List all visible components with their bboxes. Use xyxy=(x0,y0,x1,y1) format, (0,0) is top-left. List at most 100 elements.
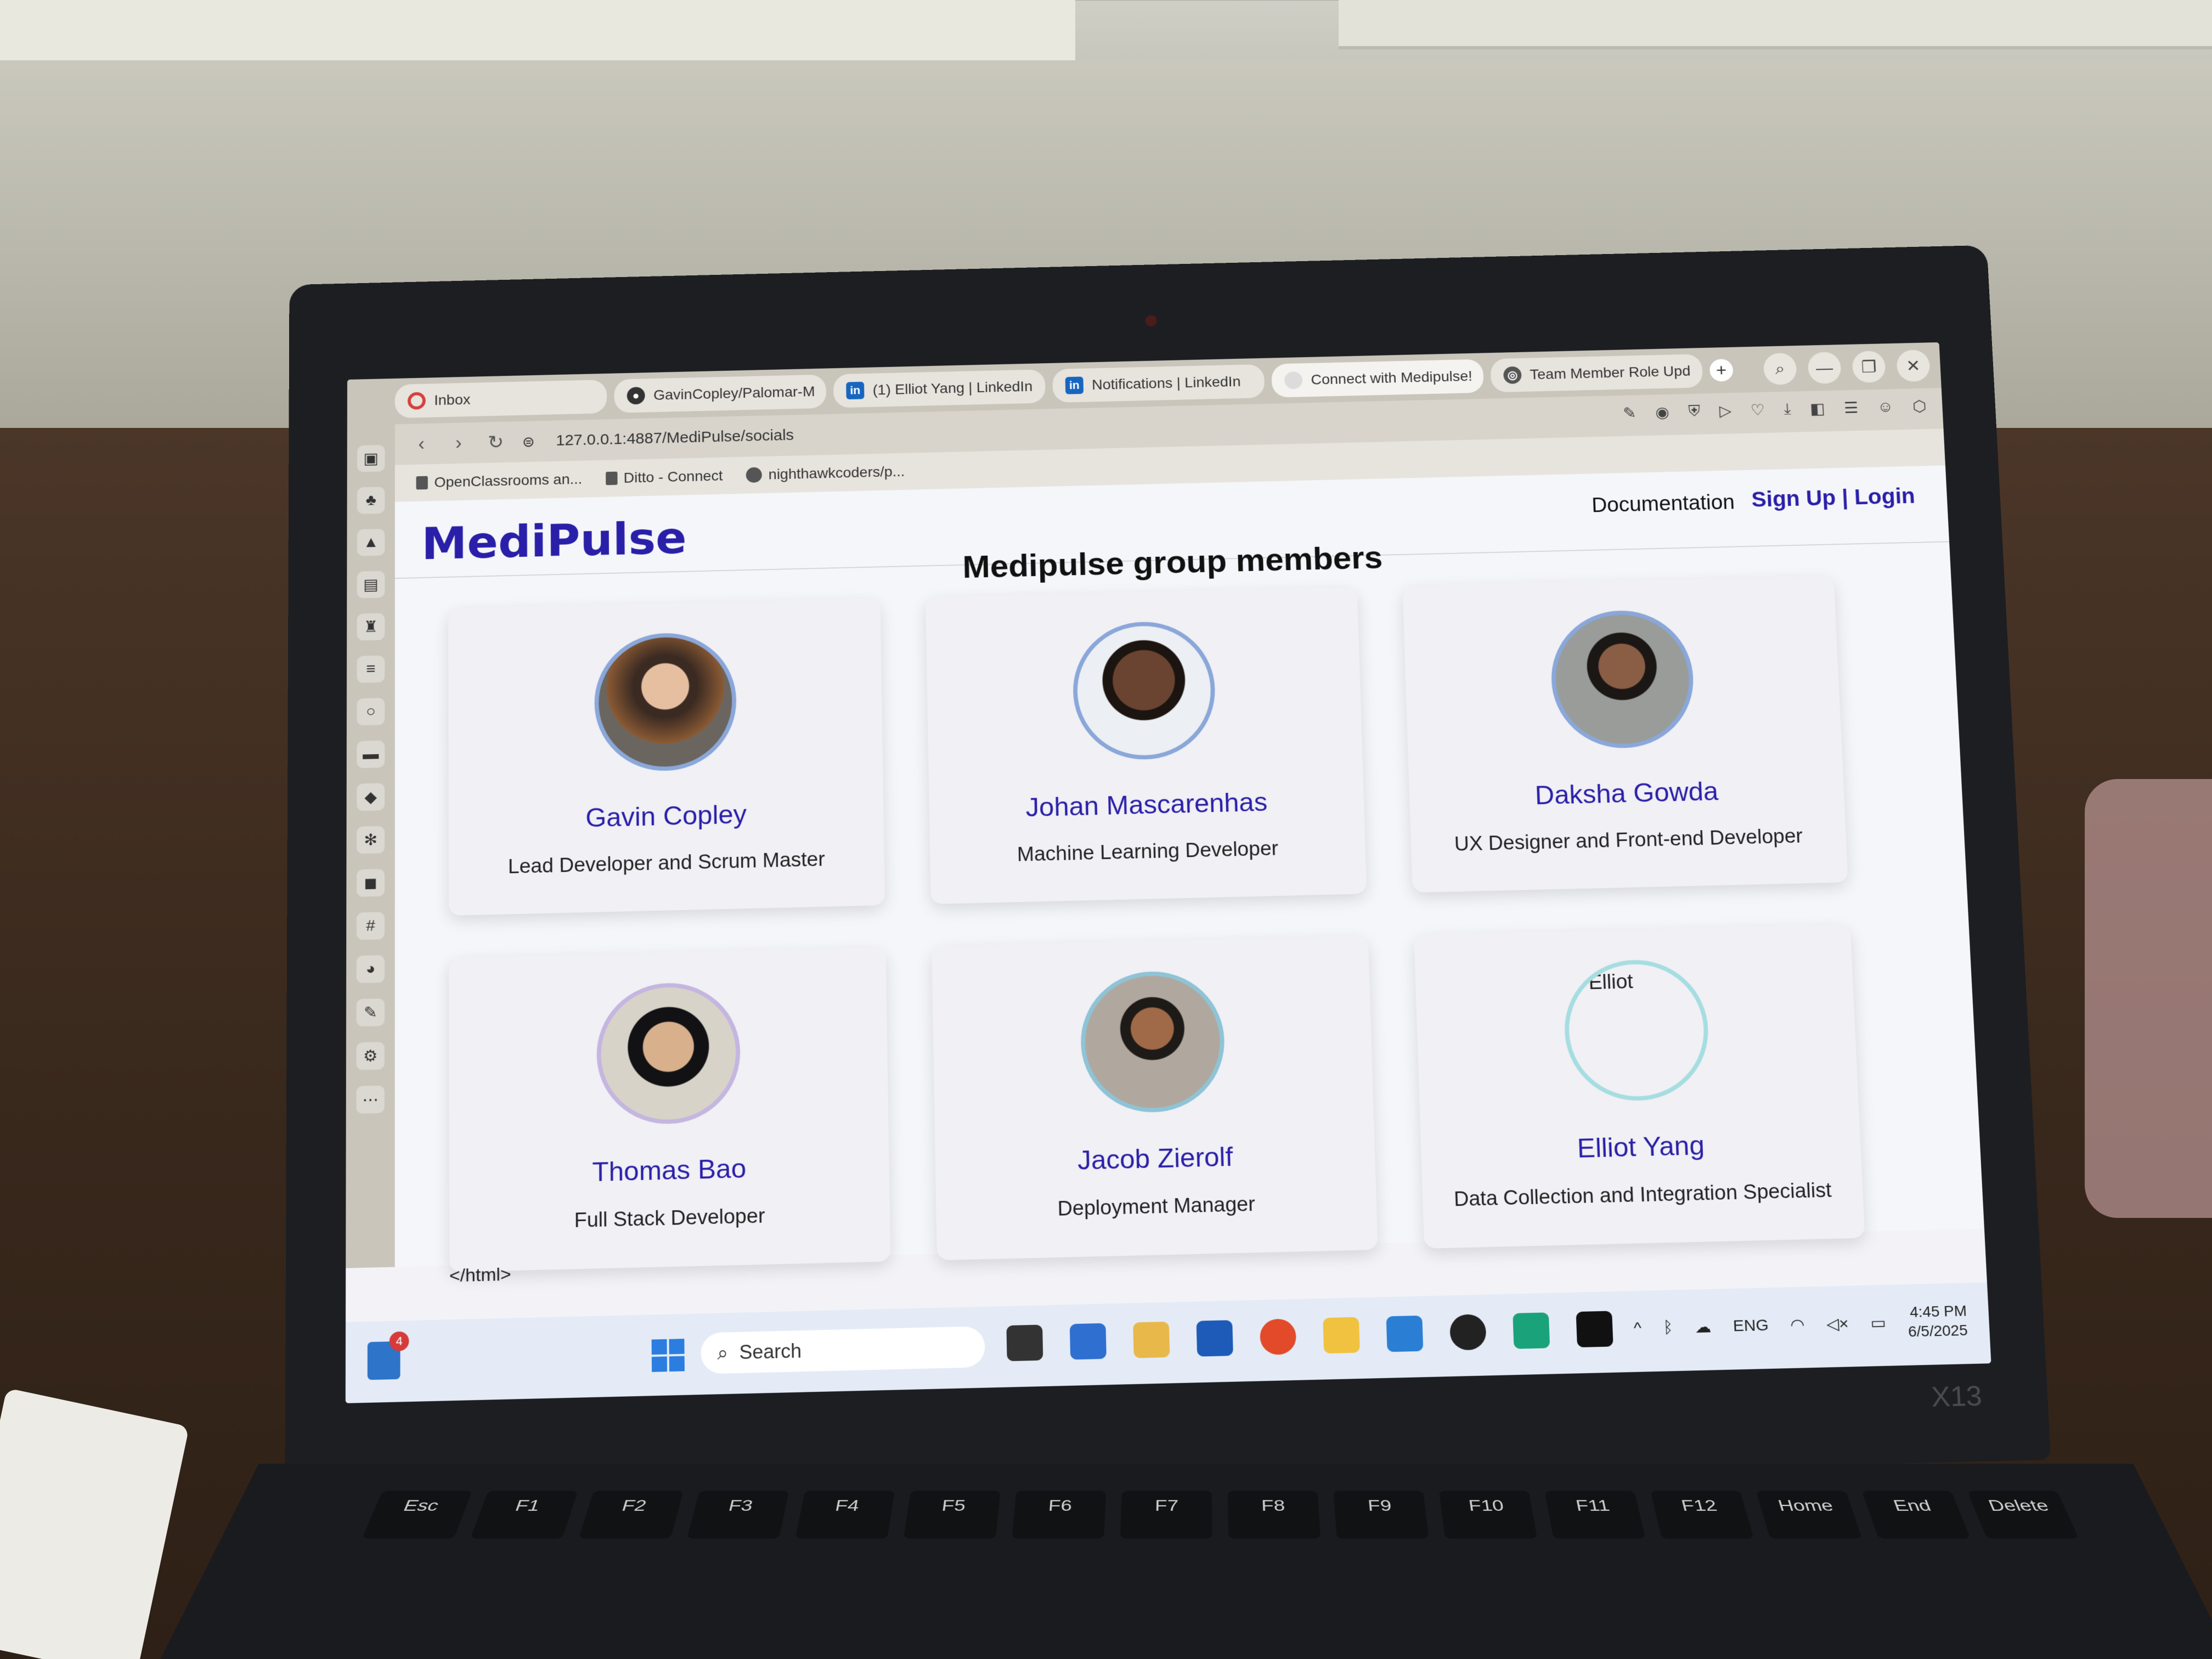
slack-icon[interactable] xyxy=(1133,1321,1170,1358)
play-icon[interactable]: ▷ xyxy=(1719,402,1732,420)
page-icon xyxy=(416,476,428,490)
tab-linkedin-notifications[interactable]: in Notifications | LinkedIn xyxy=(1052,364,1265,403)
bookmark-nighthawk[interactable]: nighthawkcoders/p... xyxy=(746,463,905,483)
member-role: Lead Developer and Scrum Master xyxy=(507,848,826,878)
linkedin-icon: in xyxy=(846,381,865,400)
forward-icon[interactable]: › xyxy=(448,432,470,454)
window-light xyxy=(0,0,1075,60)
settings-icon[interactable]: ⚙ xyxy=(356,1042,385,1070)
url-field[interactable]: 127.0.0.1:4887/MediPulse/socials xyxy=(556,427,794,450)
edit-icon[interactable]: ✎ xyxy=(1623,404,1637,422)
camera-icon[interactable]: ◉ xyxy=(1655,404,1670,422)
tab-label: Inbox xyxy=(434,391,471,408)
tab-inbox[interactable]: Inbox xyxy=(394,379,607,419)
discord-icon[interactable]: ◕ xyxy=(356,955,385,984)
chatgpt-icon[interactable]: ✻ xyxy=(357,826,385,854)
taskbar-search[interactable]: ⌕ Search xyxy=(701,1326,985,1374)
function-key-row: Esc F1 F2 F3 F4 F5 F6 F7 F8 F9 F10 F11 F… xyxy=(362,1491,2079,1539)
heart-icon[interactable]: ♡ xyxy=(1750,401,1765,419)
file-explorer-icon[interactable] xyxy=(1323,1317,1360,1354)
hat-icon[interactable]: ♜ xyxy=(357,613,385,641)
linkedin-icon: in xyxy=(1065,376,1084,394)
key: F11 xyxy=(1544,1491,1646,1539)
gmail-icon xyxy=(408,392,426,410)
battery-icon[interactable]: ▭ xyxy=(1870,1313,1887,1333)
more-icon[interactable]: ⋯ xyxy=(356,1085,385,1114)
slack-icon[interactable]: # xyxy=(356,912,385,940)
menu-icon[interactable]: ☰ xyxy=(1843,399,1859,417)
members-grid: Gavin Copley Lead Developer and Scrum Ma… xyxy=(448,575,1865,1272)
chatgpt-icon: ◎ xyxy=(1503,366,1522,384)
window-controls: ⌕ — ❐ ✕ xyxy=(1763,349,1931,385)
member-card[interactable]: Gavin Copley Lead Developer and Scrum Ma… xyxy=(448,598,885,916)
documentation-link[interactable]: Documentation xyxy=(1591,491,1735,517)
lines-icon[interactable]: ≡ xyxy=(357,655,385,683)
close-button[interactable]: ✕ xyxy=(1896,349,1931,382)
bookmark-ditto[interactable]: Ditto - Connect xyxy=(605,467,723,487)
minimize-button[interactable]: — xyxy=(1807,352,1842,384)
profile-icon[interactable]: ☺ xyxy=(1877,398,1894,416)
toolbar-icons: ✎ ◉ ⛨ ▷ ♡ ⤓ ◧ ☰ ☺ ⬡ xyxy=(1623,398,1927,422)
ring-icon[interactable]: ○ xyxy=(357,698,385,726)
member-card[interactable]: Johan Mascarenhas Machine Learning Devel… xyxy=(925,587,1367,905)
restore-button[interactable]: ❐ xyxy=(1852,351,1886,383)
tab-chatgpt[interactable]: ◎ Team Member Role Upd xyxy=(1490,354,1703,393)
member-photo xyxy=(1548,609,1696,750)
member-card[interactable]: Daksha Gowda UX Designer and Front-end D… xyxy=(1402,575,1848,893)
github-icon: ● xyxy=(627,387,645,405)
compass-icon[interactable] xyxy=(1259,1318,1297,1356)
square-app-icon[interactable]: ◼ xyxy=(357,868,385,897)
member-role: Machine Learning Developer xyxy=(1017,837,1279,866)
key: Esc xyxy=(362,1491,472,1539)
member-role: UX Designer and Front-end Developer xyxy=(1454,825,1803,856)
member-card[interactable]: Jacob Zierolf Deployment Manager xyxy=(932,935,1378,1261)
chevron-up-icon[interactable]: ^ xyxy=(1633,1319,1641,1338)
app-icon[interactable]: ◆ xyxy=(357,783,385,811)
plastic-bag xyxy=(2085,779,2212,1218)
heart-app-icon[interactable] xyxy=(1513,1312,1550,1349)
key: End xyxy=(1861,1491,1971,1539)
bookmark-openclassrooms[interactable]: OpenClassrooms an... xyxy=(416,471,583,491)
toggle-icon[interactable]: ◧ xyxy=(1809,400,1825,418)
back-icon[interactable]: ‹ xyxy=(411,433,432,455)
member-name: Elliot Yang xyxy=(1576,1130,1705,1164)
bluetooth-icon[interactable]: ᛒ xyxy=(1663,1319,1673,1338)
new-tab-button[interactable]: + xyxy=(1709,359,1734,382)
edit-icon[interactable]: ✎ xyxy=(356,998,385,1027)
vscode-icon[interactable] xyxy=(1386,1315,1424,1352)
workspace-icon[interactable]: ▣ xyxy=(357,444,385,472)
site-info-icon[interactable]: ⊜ xyxy=(522,433,535,450)
store-icon[interactable] xyxy=(1069,1323,1107,1360)
tab-label: Connect with Medipulse! xyxy=(1311,368,1473,388)
download-icon[interactable]: ⤓ xyxy=(1784,400,1791,419)
car-icon[interactable]: ▬ xyxy=(357,740,385,769)
cloud-icon[interactable]: ☁ xyxy=(1695,1318,1712,1337)
tab-medipulse[interactable]: Connect with Medipulse! xyxy=(1271,359,1484,398)
key: F8 xyxy=(1227,1491,1321,1539)
github-icon xyxy=(746,467,763,483)
note-icon[interactable]: ▤ xyxy=(357,571,385,599)
clock[interactable]: 4:45 PM 6/5/2025 xyxy=(1907,1301,1968,1342)
powershell-icon[interactable] xyxy=(1196,1320,1233,1357)
signup-login-link[interactable]: Sign Up | Login xyxy=(1751,483,1916,512)
tab-github[interactable]: ● GavinCopley/Palomar-M xyxy=(614,374,827,413)
window-light xyxy=(1339,0,2212,49)
laptop-lid: Inbox ● GavinCopley/Palomar-M in (1) Ell… xyxy=(285,245,2051,1503)
windows-start-icon[interactable] xyxy=(651,1339,685,1372)
wifi-icon[interactable]: ◠ xyxy=(1790,1316,1805,1335)
tab-linkedin-profile[interactable]: in (1) Elliot Yang | LinkedIn xyxy=(833,369,1046,408)
graduation-cap-icon[interactable]: ▲ xyxy=(357,528,385,556)
taskbar-apps xyxy=(1006,1311,1613,1362)
search-tabs-icon[interactable]: ⌕ xyxy=(1763,353,1797,385)
plant-icon[interactable]: ♣ xyxy=(357,487,385,514)
opera-icon[interactable] xyxy=(1449,1314,1487,1351)
task-view-icon[interactable] xyxy=(1006,1324,1043,1362)
mute-icon[interactable]: ◁× xyxy=(1826,1314,1849,1334)
reload-icon[interactable]: ↻ xyxy=(485,431,506,453)
shield-icon[interactable]: ⛨ xyxy=(1688,403,1701,421)
member-card[interactable]: Elliot Elliot Yang Data Collection and I… xyxy=(1414,924,1865,1249)
member-card[interactable]: Thomas Bao Full Stack Developer xyxy=(449,947,891,1272)
extensions-icon[interactable]: ⬡ xyxy=(1912,398,1927,416)
language-indicator[interactable]: ENG xyxy=(1733,1317,1769,1336)
terminal-icon[interactable] xyxy=(1576,1311,1613,1348)
